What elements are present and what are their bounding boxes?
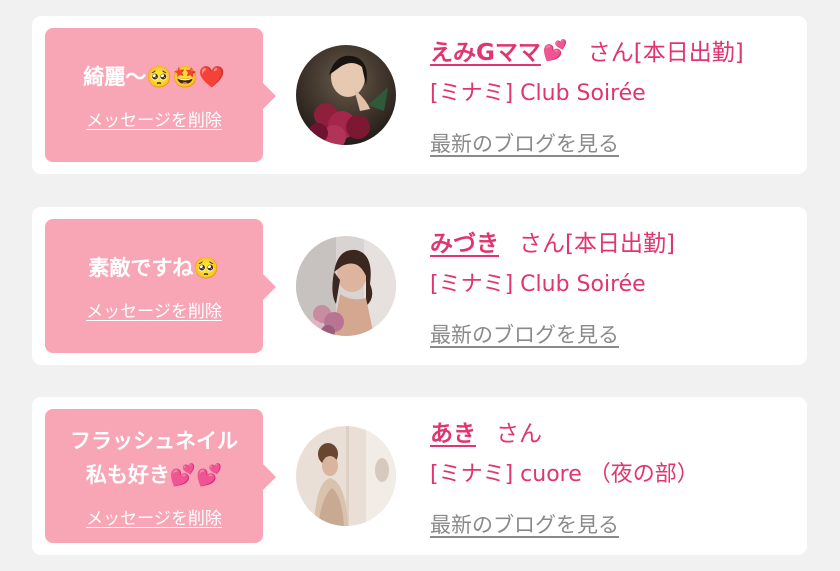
avatar[interactable] [296, 236, 396, 336]
woman-with-flowers-photo-icon [296, 236, 396, 336]
latest-blog-link[interactable]: 最新のブログを見る [430, 124, 800, 162]
message-list: 綺麗〜🥺🤩❤️ メッセージを削除 えみGママ 💕 さん[本日出勤] [ミナミ] … [0, 0, 840, 571]
message-card: 綺麗〜🥺🤩❤️ メッセージを削除 えみGママ 💕 さん[本日出勤] [ミナミ] … [32, 16, 807, 174]
shop-name: [ミナミ] Club Soirée [430, 272, 646, 297]
avatar[interactable] [296, 45, 396, 145]
message-card: フラッシュネイル 私も好き💕💕 メッセージを削除 あき さん [ミナミ] cuo… [32, 397, 807, 555]
woman-with-roses-photo-icon [296, 45, 396, 145]
message-bubble: 素敵ですね🥺 メッセージを削除 [45, 219, 276, 353]
woman-in-dress-photo-icon [296, 426, 396, 526]
sender-status: さん[本日出勤] [587, 40, 744, 66]
sender-info: あき さん [ミナミ] cuore （夜の部） 最新のブログを見る [430, 411, 800, 543]
delete-message-link[interactable]: メッセージを削除 [86, 297, 222, 322]
sender-status: さん[本日出勤] [519, 231, 675, 257]
shop-name: [ミナミ] cuore （夜の部） [430, 462, 699, 487]
sender-info: みづき さん[本日出勤] [ミナミ] Club Soirée 最新のブログを見る [430, 221, 800, 353]
sender-status: さん [496, 421, 542, 447]
latest-blog-link[interactable]: 最新のブログを見る [430, 505, 800, 543]
sender-name-link[interactable]: みづき [430, 224, 499, 258]
delete-message-link[interactable]: メッセージを削除 [86, 106, 222, 131]
message-bubble: フラッシュネイル 私も好き💕💕 メッセージを削除 [45, 409, 276, 543]
sender-info: えみGママ 💕 さん[本日出勤] [ミナミ] Club Soirée 最新のブロ… [430, 30, 800, 162]
message-card: 素敵ですね🥺 メッセージを削除 みづき さん[本日出勤] [ミナミ] Club … [32, 207, 807, 365]
delete-message-link[interactable]: メッセージを削除 [86, 504, 222, 529]
message-text: 素敵ですね🥺 [88, 255, 220, 280]
message-text: フラッシュネイル 私も好き💕💕 [70, 428, 238, 487]
avatar[interactable] [296, 426, 396, 526]
sender-name-link[interactable]: あき [430, 414, 476, 448]
message-bubble: 綺麗〜🥺🤩❤️ メッセージを削除 [45, 28, 276, 162]
two-hearts-icon: 💕 [542, 38, 568, 62]
message-text: 綺麗〜🥺🤩❤️ [83, 64, 225, 89]
latest-blog-link[interactable]: 最新のブログを見る [430, 315, 800, 353]
sender-name-link[interactable]: えみGママ [430, 33, 541, 67]
shop-name: [ミナミ] Club Soirée [430, 81, 646, 106]
